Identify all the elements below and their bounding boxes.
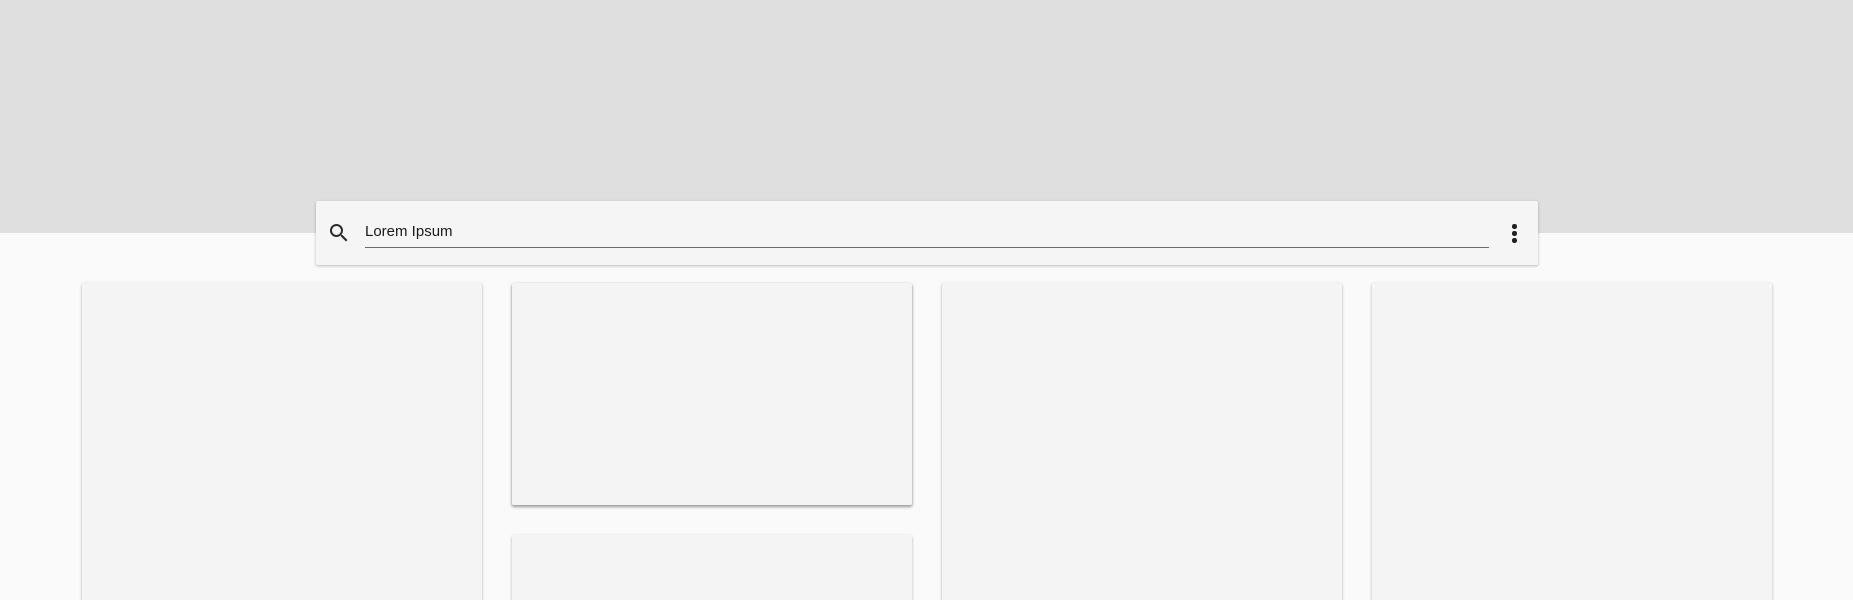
search-field[interactable] [365, 216, 1489, 248]
search-input[interactable] [365, 220, 1489, 242]
search-icon[interactable] [327, 221, 351, 245]
card-column-1[interactable] [82, 283, 482, 600]
more-vertical-icon-dot-1 [1512, 224, 1517, 229]
more-options-button[interactable] [1500, 219, 1528, 247]
card-column-2-bottom[interactable] [512, 535, 912, 600]
card-column-2-top[interactable] [512, 283, 912, 505]
card-column-3[interactable] [942, 283, 1342, 600]
header-band [0, 0, 1853, 233]
more-vertical-icon-dot-2 [1512, 231, 1517, 236]
more-vertical-icon-dot-3 [1512, 238, 1517, 243]
card-column-4[interactable] [1372, 283, 1772, 600]
page [0, 0, 1853, 600]
